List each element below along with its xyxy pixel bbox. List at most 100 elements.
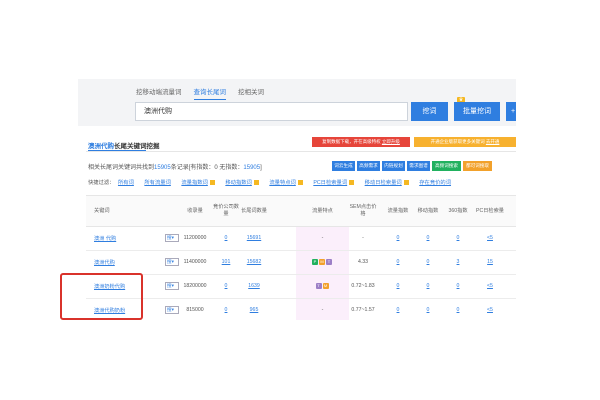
filter-all[interactable]: 所有词 [118,180,134,186]
row-bid[interactable]: 101 [212,250,240,274]
row-traits: PMT [296,250,349,274]
row-flow[interactable]: 0 [386,250,410,274]
row-pc[interactable]: <5 [475,274,505,298]
enterprise-notice: 开通企业版获取更多关键词 去开通 [414,137,516,147]
internal-link-button[interactable]: 内链规划 [382,161,405,171]
col-bid-companies[interactable]: 竞价公司数量 [212,196,240,226]
col-keyword[interactable]: 关键词 [86,196,178,226]
add-button[interactable]: + [506,102,516,121]
engine-select[interactable]: 搜▾ [165,306,179,314]
col-sem-price[interactable]: SEM点击价格 [349,196,377,226]
row-keyword[interactable]: 澳洲代购 [94,250,164,274]
high-freq-demand-button[interactable]: 高频需求 [357,161,380,171]
row-sem: 4.33 [357,259,369,265]
vip-badge-icon [209,180,215,186]
engine-select-value: 搜 [167,235,172,240]
filter-bidding[interactable]: 存在竞价的词 [419,180,451,186]
vip-badge-icon [349,180,355,186]
row-pc[interactable]: 15 [475,250,505,274]
engine-select[interactable]: 搜▾ [165,282,179,290]
row-indexed: 11200000 [183,235,207,241]
pc-trait-icon: P [312,259,318,265]
row-keyword[interactable]: 澳洲 代购 [94,226,164,250]
row-mobile[interactable]: 0 [416,274,440,298]
filter-all-flow[interactable]: 所有流量词 [144,180,171,186]
section-keyword: 澳洲代购 [88,143,114,150]
trend-trait-icon: T [315,283,322,289]
row-flow[interactable]: 0 [386,226,410,250]
filters-label: 快捷过滤： [88,180,115,186]
section-title-rest: 长尾关键词挖掘 [114,143,160,150]
word-cloud-button[interactable]: 词云生成 [332,161,355,171]
row-longtail[interactable]: 15682 [240,250,268,274]
row-longtail[interactable]: 965 [240,298,268,321]
filter-flow-trait-label: 流量特点词 [269,180,296,186]
row-360[interactable]: 3 [446,250,470,274]
col-mobile-index[interactable]: 移动指数 [416,196,440,226]
row-bid[interactable]: 0 [212,274,240,298]
vip-badge-icon [403,180,409,186]
result-summary: 相关长尾词关键词共找到15905条记录[有指数：0 无指数：15905] [88,162,262,171]
row-pc[interactable]: <5 [475,226,505,250]
row-indexed: 815000 [186,307,204,313]
engine-select-value: 搜 [167,283,172,288]
row-mobile[interactable]: 0 [416,298,440,321]
summary-middle: 条记录[有指数： [170,165,215,171]
high-freq-search-button[interactable]: 高频词搜索 [432,161,461,171]
engine-select[interactable]: 搜▾ [165,258,179,266]
filter-pc-daily[interactable]: PC日检索量词 [313,180,355,186]
row-traits: - [321,307,324,313]
table-row: 澳洲奶粉代购 搜▾ 18200000 0 1639 TM 0.72~1.83 0… [86,274,516,299]
filter-flow-trait[interactable]: 流量特点词 [269,180,303,186]
col-longtail[interactable]: 长尾词数量 [240,196,268,226]
row-bid[interactable]: 0 [212,226,240,250]
table-row: 澳洲 代购 搜▾ 11200000 0 15691 - - 0 0 0 <5 [86,226,516,251]
table-header: 关键词 收录量 竞价公司数量 长尾词数量 流量特点 SEM点击价格 流量指数 移… [86,195,516,227]
row-mobile[interactable]: 0 [416,250,440,274]
row-mobile[interactable]: 0 [416,226,440,250]
row-360[interactable]: 0 [446,274,470,298]
tab-related[interactable]: 挖相关词 [238,88,264,100]
filter-flow-index[interactable]: 流量指数词 [181,180,215,186]
row-indexed: 18200000 [183,283,207,289]
summary-mid2: 无指数： [217,165,244,171]
summary-suffix: ] [260,165,262,171]
row-sem: 0.72~1.83 [351,283,375,289]
batch-dig-button[interactable]: 批量挖词 [454,102,500,121]
tab-bar: 挖移动端流量词 查询长尾词 挖相关词 [136,88,276,100]
filter-pc-daily-label: PC日检索量词 [313,180,348,186]
row-360[interactable]: 0 [446,298,470,321]
search-input[interactable]: 澳洲代购 [135,102,408,121]
filter-all-flow-label: 所有流量词 [144,180,171,186]
filter-mobile-daily[interactable]: 移动日检索量词 [365,180,409,186]
engine-select-value: 搜 [167,259,172,264]
demand-graph-button[interactable]: 需求图谱 [407,161,430,171]
enterprise-link[interactable]: 去开通 [486,139,500,144]
row-flow[interactable]: 0 [386,274,410,298]
trend-trait-icon: T [326,259,332,265]
tab-longtail[interactable]: 查询长尾词 [193,88,226,100]
engine-select[interactable]: 搜▾ [165,234,179,242]
dig-button[interactable]: 挖词 [411,102,448,121]
row-longtail[interactable]: 1639 [240,274,268,298]
col-indexed[interactable]: 收录量 [178,196,212,226]
row-flow[interactable]: 0 [386,298,410,321]
row-longtail[interactable]: 15691 [240,226,268,250]
row-bid[interactable]: 0 [212,298,240,321]
row-pc[interactable]: <5 [475,298,505,321]
tab-mobile-flow[interactable]: 挖移动端流量词 [136,88,182,100]
row-indexed: 11400000 [183,259,207,265]
row-sem: - [362,235,364,241]
filter-mobile-index[interactable]: 移动指数词 [225,180,259,186]
section-divider [86,151,516,152]
filter-mobile-daily-label: 移动日检索量词 [364,180,402,186]
upgrade-notice: 复制数据下载，开在高级特权 立即升级 [312,137,410,147]
col-flow-index[interactable]: 流量指数 [386,196,410,226]
row-360[interactable]: 0 [446,226,470,250]
export-words-button[interactable]: 都可词搜取 [463,161,492,171]
upgrade-link[interactable]: 立即升级 [382,139,400,144]
col-360-index[interactable]: 360指数 [446,196,470,226]
vip-badge-icon [253,180,259,186]
upgrade-notice-text: 复制数据下载，开在高级特权 [322,139,382,144]
col-pc-daily[interactable]: PC日检索量 [475,196,505,226]
